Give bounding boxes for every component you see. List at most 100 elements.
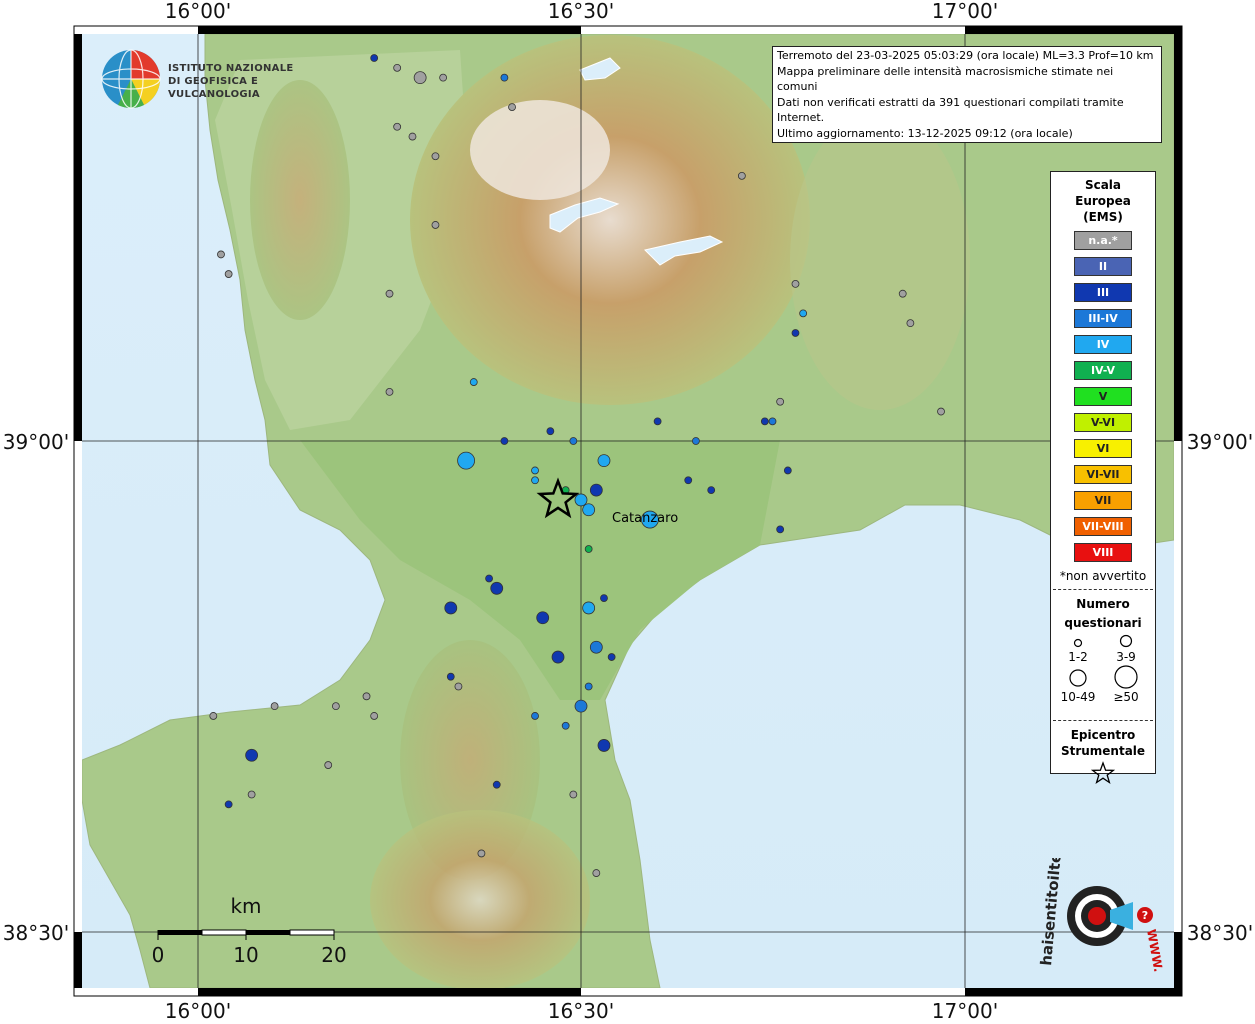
intensity-point[interactable] <box>776 397 785 406</box>
intensity-point[interactable] <box>370 54 379 62</box>
intensity-point[interactable] <box>937 407 945 416</box>
intensity-point[interactable] <box>446 672 455 681</box>
intensity-point[interactable] <box>393 63 402 72</box>
legend-swatch-iii: III <box>1074 283 1132 302</box>
legend-not-felt-note: *non avvertito <box>1059 569 1147 583</box>
legend-swatch-iii-iv: III-IV <box>1074 309 1132 328</box>
intensity-point[interactable] <box>490 581 504 595</box>
intensity-point[interactable] <box>760 417 769 426</box>
intensity-point[interactable] <box>209 712 218 720</box>
intensity-point[interactable] <box>362 692 371 701</box>
intensity-point[interactable] <box>413 71 427 85</box>
intensity-point[interactable] <box>385 387 394 396</box>
intensity-point[interactable] <box>324 761 333 769</box>
intensity-point[interactable] <box>331 702 340 711</box>
intensity-point[interactable] <box>508 103 516 112</box>
intensity-point[interactable] <box>217 250 225 259</box>
sila-peak <box>470 100 610 200</box>
lat-label-right-2: 38°30' <box>1187 921 1253 945</box>
intensity-point[interactable] <box>584 682 593 691</box>
intensity-point[interactable] <box>385 289 394 298</box>
intensity-point[interactable] <box>224 270 233 278</box>
intensity-point[interactable] <box>799 309 808 318</box>
size-symbol-1-2 <box>1073 638 1083 648</box>
intensity-point[interactable] <box>500 73 509 82</box>
event-info-box: Terremoto del 23-03-2025 05:03:29 (ora l… <box>772 46 1162 143</box>
intensity-point[interactable] <box>454 682 463 691</box>
intensity-point[interactable] <box>536 611 550 625</box>
intensity-point[interactable] <box>546 427 555 436</box>
legend-separator-2 <box>1053 720 1153 721</box>
intensity-point[interactable] <box>582 503 596 517</box>
lon-label-bottom-3: 17°00' <box>932 999 998 1023</box>
intensity-point[interactable] <box>561 721 570 730</box>
intensity-point[interactable] <box>737 171 746 180</box>
intensity-point[interactable] <box>531 466 539 475</box>
intensity-point[interactable] <box>607 653 616 661</box>
legend-title-ems: (EMS) <box>1083 210 1123 224</box>
lon-label-bottom-1: 16°00' <box>165 999 231 1023</box>
legend-swatch-vi-vii: VI-VII <box>1074 465 1132 484</box>
bottom-frame-bar-2 <box>965 988 1182 996</box>
intensity-point[interactable] <box>531 712 539 720</box>
intensity-point[interactable] <box>768 417 777 426</box>
intensity-point[interactable] <box>653 417 662 426</box>
aspromonte-hills <box>370 810 590 988</box>
intensity-point[interactable] <box>898 289 907 298</box>
legend-questionnaire-title2: questionari <box>1064 616 1142 630</box>
intensity-point[interactable] <box>492 780 501 789</box>
intensity-point[interactable] <box>408 132 417 141</box>
intensity-point[interactable] <box>469 378 478 386</box>
intensity-point[interactable] <box>247 790 256 799</box>
intensity-point[interactable] <box>589 483 603 497</box>
intensity-point[interactable] <box>245 748 259 762</box>
intensity-point[interactable] <box>791 329 800 337</box>
legend-swatch-vii: VII <box>1074 491 1132 510</box>
intensity-point[interactable] <box>707 486 716 495</box>
intensity-point[interactable] <box>783 466 792 475</box>
intensity-point[interactable] <box>439 73 448 82</box>
legend-separator <box>1053 589 1153 590</box>
intensity-point[interactable] <box>791 279 800 288</box>
intensity-point[interactable] <box>431 152 440 161</box>
intensity-point[interactable] <box>597 454 611 468</box>
legend-swatches: n.a.* II III III-IV IV IV-V V V-VI VI VI-VII VII VI… <box>1051 231 1155 562</box>
intensity-point[interactable] <box>569 437 578 445</box>
intensity-point[interactable] <box>444 601 458 615</box>
intensity-point[interactable] <box>584 545 593 553</box>
lon-label-bottom-2: 16°30' <box>548 999 614 1023</box>
intensity-point[interactable] <box>485 574 493 583</box>
intensity-point[interactable] <box>684 476 693 485</box>
intensity-point[interactable] <box>569 790 578 799</box>
intensity-point[interactable] <box>776 525 785 534</box>
intensity-point[interactable] <box>906 319 915 328</box>
scale-tick-10: 10 <box>233 943 258 967</box>
intensity-point[interactable] <box>592 869 601 877</box>
intensity-point[interactable] <box>477 849 486 858</box>
intensity-point[interactable] <box>500 437 509 445</box>
intensity-point[interactable] <box>224 800 233 809</box>
intensity-point[interactable] <box>457 451 476 470</box>
intensity-point[interactable] <box>551 650 565 664</box>
ingv-name-line1: ISTITUTO NAZIONALE <box>168 63 294 74</box>
left-frame-bar-2 <box>74 932 82 988</box>
size-label-10-49: 10-49 <box>1061 690 1096 704</box>
intensity-point[interactable] <box>370 712 379 720</box>
intensity-point[interactable] <box>531 476 539 485</box>
size-label-1-2: 1-2 <box>1068 650 1088 664</box>
size-label-3-9: 3-9 <box>1116 650 1136 664</box>
lat-label-left-1: 39°00' <box>3 430 69 454</box>
intensity-point[interactable] <box>600 594 608 603</box>
intensity-point[interactable] <box>574 699 588 713</box>
scale-tick-20: 20 <box>321 943 346 967</box>
legend-swatch-vi: VI <box>1074 439 1132 458</box>
intensity-point[interactable] <box>589 640 603 654</box>
intensity-point[interactable] <box>270 702 279 711</box>
coastal-range <box>250 80 350 320</box>
intensity-point[interactable] <box>582 601 596 615</box>
intensity-point[interactable] <box>393 122 402 131</box>
intensity-point[interactable] <box>431 221 440 229</box>
intensity-point[interactable] <box>692 437 700 445</box>
intensity-point[interactable] <box>574 493 588 507</box>
intensity-point[interactable] <box>597 739 611 752</box>
